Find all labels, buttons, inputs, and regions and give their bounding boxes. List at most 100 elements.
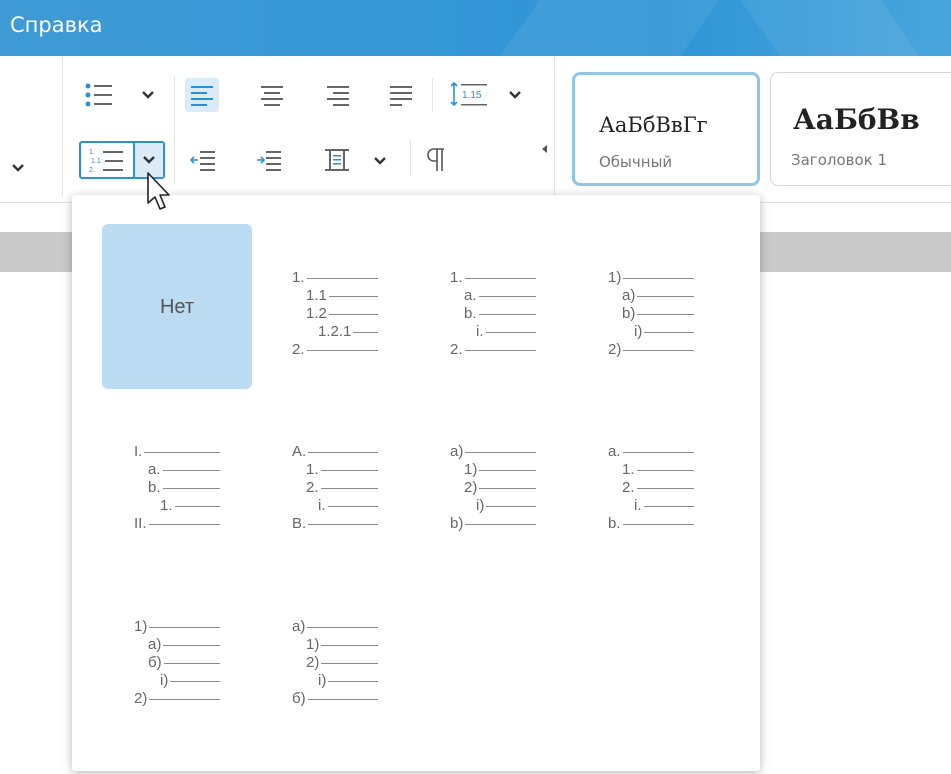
numbering-preview-line: 2. — [622, 479, 694, 497]
numbering-preview-line: i) — [476, 497, 537, 515]
numbering-preview-rule — [622, 523, 694, 525]
numbering-preview-rule — [149, 626, 221, 628]
numbering-preview-line: 1.1 — [306, 287, 378, 305]
numbering-preview-rule — [464, 277, 536, 279]
numbering-preview-line: 2) — [464, 479, 537, 497]
numbering-preview-rule — [162, 469, 220, 471]
show-formatting-button[interactable] — [420, 143, 454, 177]
numbering-preview-rule — [644, 331, 695, 333]
numbering-preview-label: 2) — [464, 479, 478, 497]
chevron-down-icon[interactable] — [10, 160, 26, 176]
numbering-preview-rule — [148, 523, 220, 525]
align-justify-button[interactable] — [384, 78, 418, 112]
line-spacing-button[interactable]: 1.15 — [446, 78, 494, 112]
gallery-scroll-left-icon[interactable] — [542, 145, 547, 153]
numbering-option[interactable]: a. 1. 2. i. b. — [576, 398, 726, 563]
numbering-preview-line: II. — [134, 515, 220, 533]
numbering-preview-line: a) — [450, 443, 537, 461]
numbering-preview-rule — [163, 644, 221, 646]
numbering-preview-rule — [163, 662, 220, 664]
numbering-preview-rule — [149, 698, 221, 700]
numbering-option-none[interactable]: Нет — [102, 224, 252, 389]
numbering-preview-line: 2) — [608, 341, 695, 359]
numbering-preview-line: a. — [148, 461, 220, 479]
numbering-preview-line: б) — [292, 690, 378, 708]
numbering-preview-label: 1. — [450, 269, 463, 287]
numbering-preview-line: 1. — [306, 461, 378, 479]
numbering-preview-line: a) — [622, 287, 695, 305]
chevron-down-icon[interactable] — [372, 153, 388, 169]
numbering-preview-rule — [327, 505, 378, 507]
align-right-icon — [327, 86, 349, 106]
style-sample: АаБбВвГг — [599, 113, 708, 137]
decrease-indent-icon — [189, 151, 215, 171]
numbering-preview-rule — [353, 331, 379, 333]
paragraph-spacing-button[interactable] — [320, 143, 354, 177]
numbering-preview-rule — [321, 662, 379, 664]
numbering-preview-rule — [320, 487, 378, 489]
none-label: Нет — [159, 296, 195, 318]
numbering-preview-rule — [486, 505, 537, 507]
increase-indent-button[interactable] — [252, 143, 286, 177]
align-center-icon — [261, 86, 283, 106]
numbering-preview-line: i) — [634, 323, 695, 341]
numbering-option[interactable]: I. a. b. 1. II. — [102, 398, 252, 563]
bulleted-list-button[interactable] — [82, 78, 116, 112]
paragraph-spacing-icon — [325, 149, 349, 171]
numbering-preview-line: 1. — [450, 269, 536, 287]
numbering-preview-line: b) — [450, 515, 537, 533]
numbering-preview-label: 1) — [608, 269, 622, 287]
numbering-preview-line: 2. — [306, 479, 378, 497]
numbering-preview-label: 2. — [292, 341, 305, 359]
chevron-down-icon[interactable] — [507, 87, 523, 103]
menu-help[interactable]: Справка — [10, 13, 103, 37]
decrease-indent-button[interactable] — [186, 143, 220, 177]
numbering-preview-line: 1) — [464, 461, 537, 479]
numbering-preview-label: 2. — [306, 479, 319, 497]
align-right-button[interactable] — [321, 78, 355, 112]
numbering-preview-label: i. — [476, 323, 484, 341]
numbering-option[interactable]: 1) a) b) i) 2) — [576, 224, 726, 389]
numbering-preview-rule — [328, 313, 378, 315]
numbering-preview-label: 1. — [622, 461, 635, 479]
style-name: Заголовок 1 — [791, 151, 888, 169]
numbering-preview-line: 2) — [134, 690, 221, 708]
numbering-option[interactable]: 1. a. b. i. 2. — [418, 224, 568, 389]
align-center-button[interactable] — [255, 78, 289, 112]
numbering-preview-rule — [328, 295, 378, 297]
numbering-preview-label: I. — [134, 443, 143, 461]
bulleted-list-icon — [85, 83, 112, 107]
numbering-preview-label: a. — [608, 443, 621, 461]
ribbon-separator — [410, 140, 411, 176]
numbering-preview-rule — [465, 523, 537, 525]
svg-text:2.: 2. — [89, 167, 95, 174]
ribbon-separator — [174, 76, 175, 184]
numbering-option[interactable]: 1. 1.1 1.2 1.2.1 2. — [260, 224, 410, 389]
style-card-normal[interactable]: АаБбВвГг Обычный — [572, 72, 760, 186]
ribbon-separator — [554, 56, 555, 196]
numbering-preview-line: а) — [292, 618, 379, 636]
line-spacing-icon: 1.15 — [450, 81, 487, 107]
numbering-option[interactable]: A. 1. 2. i. B. — [260, 398, 410, 563]
numbering-option[interactable]: a) 1) 2) i) b) — [418, 398, 568, 563]
numbering-preview-rule — [306, 349, 378, 351]
numbering-preview-rule — [307, 698, 378, 700]
numbering-preview-label: b) — [450, 515, 464, 533]
numbering-option[interactable]: а) 1) 2) i) б) — [260, 573, 410, 738]
numbering-preview-line: b. — [464, 305, 536, 323]
numbering-preview-line: 1) — [306, 636, 379, 654]
numbering-preview-rule — [465, 451, 537, 453]
numbering-preview-label: a) — [622, 287, 636, 305]
numbering-preview-label: a. — [148, 461, 161, 479]
numbering-preview-label: A. — [292, 443, 307, 461]
align-left-button[interactable] — [185, 78, 219, 112]
numbering-preview-rule — [643, 505, 694, 507]
numbering-preview-label: 2) — [608, 341, 622, 359]
numbering-preview-rule — [308, 451, 379, 453]
chevron-down-icon[interactable] — [140, 87, 156, 103]
chevron-down-icon — [143, 156, 155, 164]
numbering-option[interactable]: 1) а) б) i) 2) — [102, 573, 252, 738]
numbering-preview-line: 1. — [292, 269, 378, 287]
style-card-heading-1[interactable]: АаБбВв Заголовок 1 — [770, 72, 951, 186]
pilcrow-icon — [427, 148, 444, 171]
